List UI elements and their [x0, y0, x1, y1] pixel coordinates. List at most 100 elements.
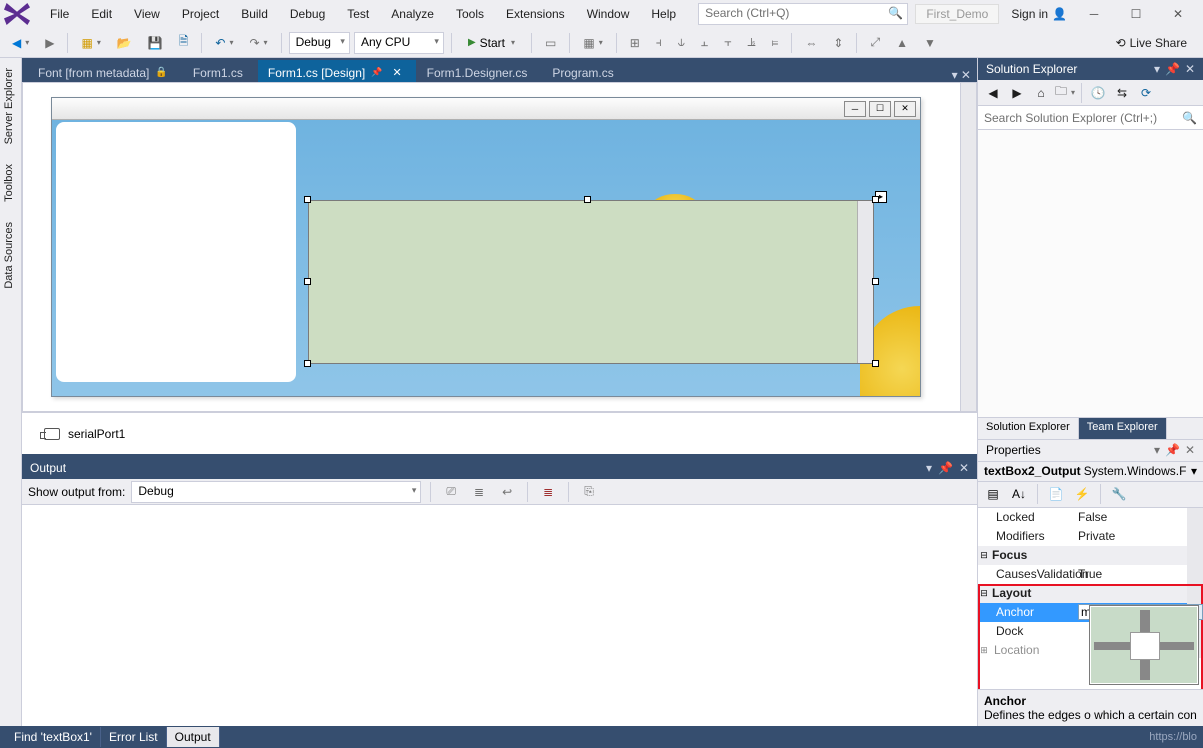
vspace-button[interactable]: ⇕	[827, 32, 849, 54]
menu-help[interactable]: Help	[641, 3, 686, 25]
liveshare-button[interactable]: ⟲ Live Share	[1116, 36, 1197, 50]
solution-search-input[interactable]: Search Solution Explorer (Ctrl+;) 🔍	[978, 106, 1203, 130]
maximize-button[interactable]: ☐	[1121, 3, 1151, 25]
size-button[interactable]: ⤢	[864, 31, 886, 54]
align-left-button[interactable]: ⫞	[650, 31, 668, 54]
nav-back-button[interactable]: ◀	[6, 32, 35, 54]
menu-test[interactable]: Test	[337, 3, 379, 25]
sol-sync-button[interactable]: 🗀	[1054, 82, 1076, 104]
align-bottom-button[interactable]: ⫢	[766, 31, 785, 54]
output-header[interactable]: Output ▾ 📌 ✕	[22, 457, 977, 479]
properties-grid[interactable]: LockedFalse ModifiersPrivate ⊟Focus Caus…	[978, 508, 1203, 690]
output-toggle-button[interactable]: ≣	[468, 481, 490, 503]
prop-value[interactable]: False	[1078, 510, 1203, 524]
form-window[interactable]: ─ ☐ ✕	[51, 97, 921, 397]
align-middle-button[interactable]: ⫡	[741, 31, 761, 54]
tb-icon-1[interactable]: ▭	[539, 32, 562, 54]
pin-icon[interactable]: 📌	[1165, 443, 1180, 457]
categorized-button[interactable]: ▤	[982, 483, 1004, 505]
designer-scrollbar[interactable]	[960, 83, 976, 411]
menu-tools[interactable]: Tools	[446, 3, 494, 25]
sol-refresh-button[interactable]: 🕓	[1087, 82, 1109, 104]
tab-team-explorer[interactable]: Team Explorer	[1079, 418, 1167, 439]
resize-handle[interactable]	[872, 278, 879, 285]
close-icon[interactable]: ✕	[1185, 443, 1195, 457]
output-indent-button[interactable]: ≣	[537, 481, 559, 503]
anchor-bottom-arm[interactable]	[1140, 658, 1150, 680]
toolbox-tab[interactable]: Toolbox	[0, 154, 21, 212]
alphabetical-button[interactable]: A↓	[1008, 483, 1030, 505]
tab-form1-cs[interactable]: Form1.cs	[183, 60, 257, 82]
start-debug-button[interactable]: ▶ Start ▾	[459, 33, 524, 53]
quick-launch-input[interactable]: Search (Ctrl+Q) 🔍	[698, 3, 908, 25]
sol-fwd-button[interactable]: ▶	[1006, 82, 1028, 104]
send-back-button[interactable]: ▼	[918, 32, 942, 54]
expand-icon[interactable]: ⊞	[978, 645, 990, 656]
save-button[interactable]: 💾	[142, 32, 169, 54]
status-find-tab[interactable]: Find 'textBox1'	[6, 727, 101, 747]
output-next-button[interactable]: ⎘	[578, 480, 600, 503]
resize-handle[interactable]	[304, 278, 311, 285]
close-icon[interactable]: ✕	[1185, 62, 1195, 76]
textbox-scrollbar[interactable]	[857, 201, 873, 363]
sol-collapse-button[interactable]: ⇆	[1111, 82, 1133, 104]
collapse-icon[interactable]: ⊟	[978, 550, 990, 561]
solution-tree[interactable]	[978, 130, 1203, 417]
anchor-top-arm[interactable]	[1140, 610, 1150, 632]
data-sources-tab[interactable]: Data Sources	[0, 212, 21, 299]
signin-button[interactable]: Sign in 👤	[1011, 7, 1067, 21]
tb-icon-2[interactable]: ▦	[577, 32, 608, 54]
dropdown-icon[interactable]: ▾	[1154, 443, 1160, 457]
open-file-button[interactable]: 📂	[111, 32, 138, 54]
prop-value[interactable]: True	[1078, 567, 1203, 581]
designer-surface[interactable]: ─ ☐ ✕	[22, 82, 977, 412]
properties-object-selector[interactable]: textBox2_Output System.Windows.F ▾	[978, 462, 1203, 482]
server-explorer-tab[interactable]: Server Explorer	[0, 58, 21, 154]
status-errorlist-tab[interactable]: Error List	[101, 727, 167, 747]
sol-home-button[interactable]: ⌂	[1030, 82, 1052, 104]
resize-handle[interactable]	[872, 360, 879, 367]
status-output-tab[interactable]: Output	[167, 727, 220, 747]
dropdown-icon[interactable]: ▾	[1154, 62, 1160, 76]
properties-button[interactable]: 📄	[1045, 483, 1067, 505]
menu-debug[interactable]: Debug	[280, 3, 335, 25]
output-text-area[interactable]	[22, 505, 977, 726]
menu-analyze[interactable]: Analyze	[381, 3, 444, 25]
pin-icon[interactable]: 📌	[938, 461, 953, 475]
tab-solution-explorer[interactable]: Solution Explorer	[978, 418, 1079, 439]
textbox2-output-control[interactable]: ▸	[308, 200, 874, 364]
save-all-button[interactable]: 🗎	[173, 28, 195, 57]
menu-build[interactable]: Build	[231, 3, 278, 25]
bring-front-button[interactable]: ▲	[890, 32, 914, 54]
align-grid-button[interactable]: ⊞	[624, 32, 646, 54]
align-top-button[interactable]: ⫟	[718, 31, 737, 54]
align-center-button[interactable]: ⫝	[672, 31, 691, 54]
tab-font-metadata[interactable]: Font [from metadata] 🔒	[28, 60, 182, 82]
hspace-button[interactable]: ⇔	[799, 32, 823, 54]
tab-form1-design[interactable]: Form1.cs [Design] 📌 ✕	[258, 60, 416, 82]
events-button[interactable]: ⚡	[1071, 483, 1093, 505]
menu-view[interactable]: View	[124, 3, 170, 25]
tab-program-cs[interactable]: Program.cs	[542, 60, 627, 82]
align-right-button[interactable]: ⫠	[695, 31, 714, 54]
tab-overflow[interactable]: ▾ ✕	[946, 68, 977, 82]
config-combo[interactable]: Debug	[289, 32, 350, 54]
menu-window[interactable]: Window	[577, 3, 640, 25]
pin-icon[interactable]: 📌	[1165, 62, 1180, 76]
sol-showall-button[interactable]: ⟳	[1135, 82, 1157, 104]
output-wrap-button[interactable]: ↩	[496, 481, 518, 503]
output-clear-button[interactable]: ⎚	[440, 480, 462, 503]
menu-file[interactable]: File	[40, 3, 79, 25]
tray-item-serialport[interactable]: serialPort1	[68, 427, 125, 441]
sol-back-button[interactable]: ◀	[982, 82, 1004, 104]
close-icon[interactable]: ✕	[959, 461, 969, 475]
resize-handle[interactable]	[304, 360, 311, 367]
redo-button[interactable]: ↷	[243, 32, 273, 54]
nav-forward-button[interactable]: ▶	[39, 32, 60, 54]
platform-combo[interactable]: Any CPU	[354, 32, 444, 54]
output-source-combo[interactable]: Debug	[131, 481, 421, 503]
menu-edit[interactable]: Edit	[81, 3, 122, 25]
dropdown-icon[interactable]: ▾	[926, 461, 932, 475]
properties-header[interactable]: Properties ▾ 📌 ✕	[978, 440, 1203, 462]
close-button[interactable]: ✕	[1163, 3, 1193, 25]
